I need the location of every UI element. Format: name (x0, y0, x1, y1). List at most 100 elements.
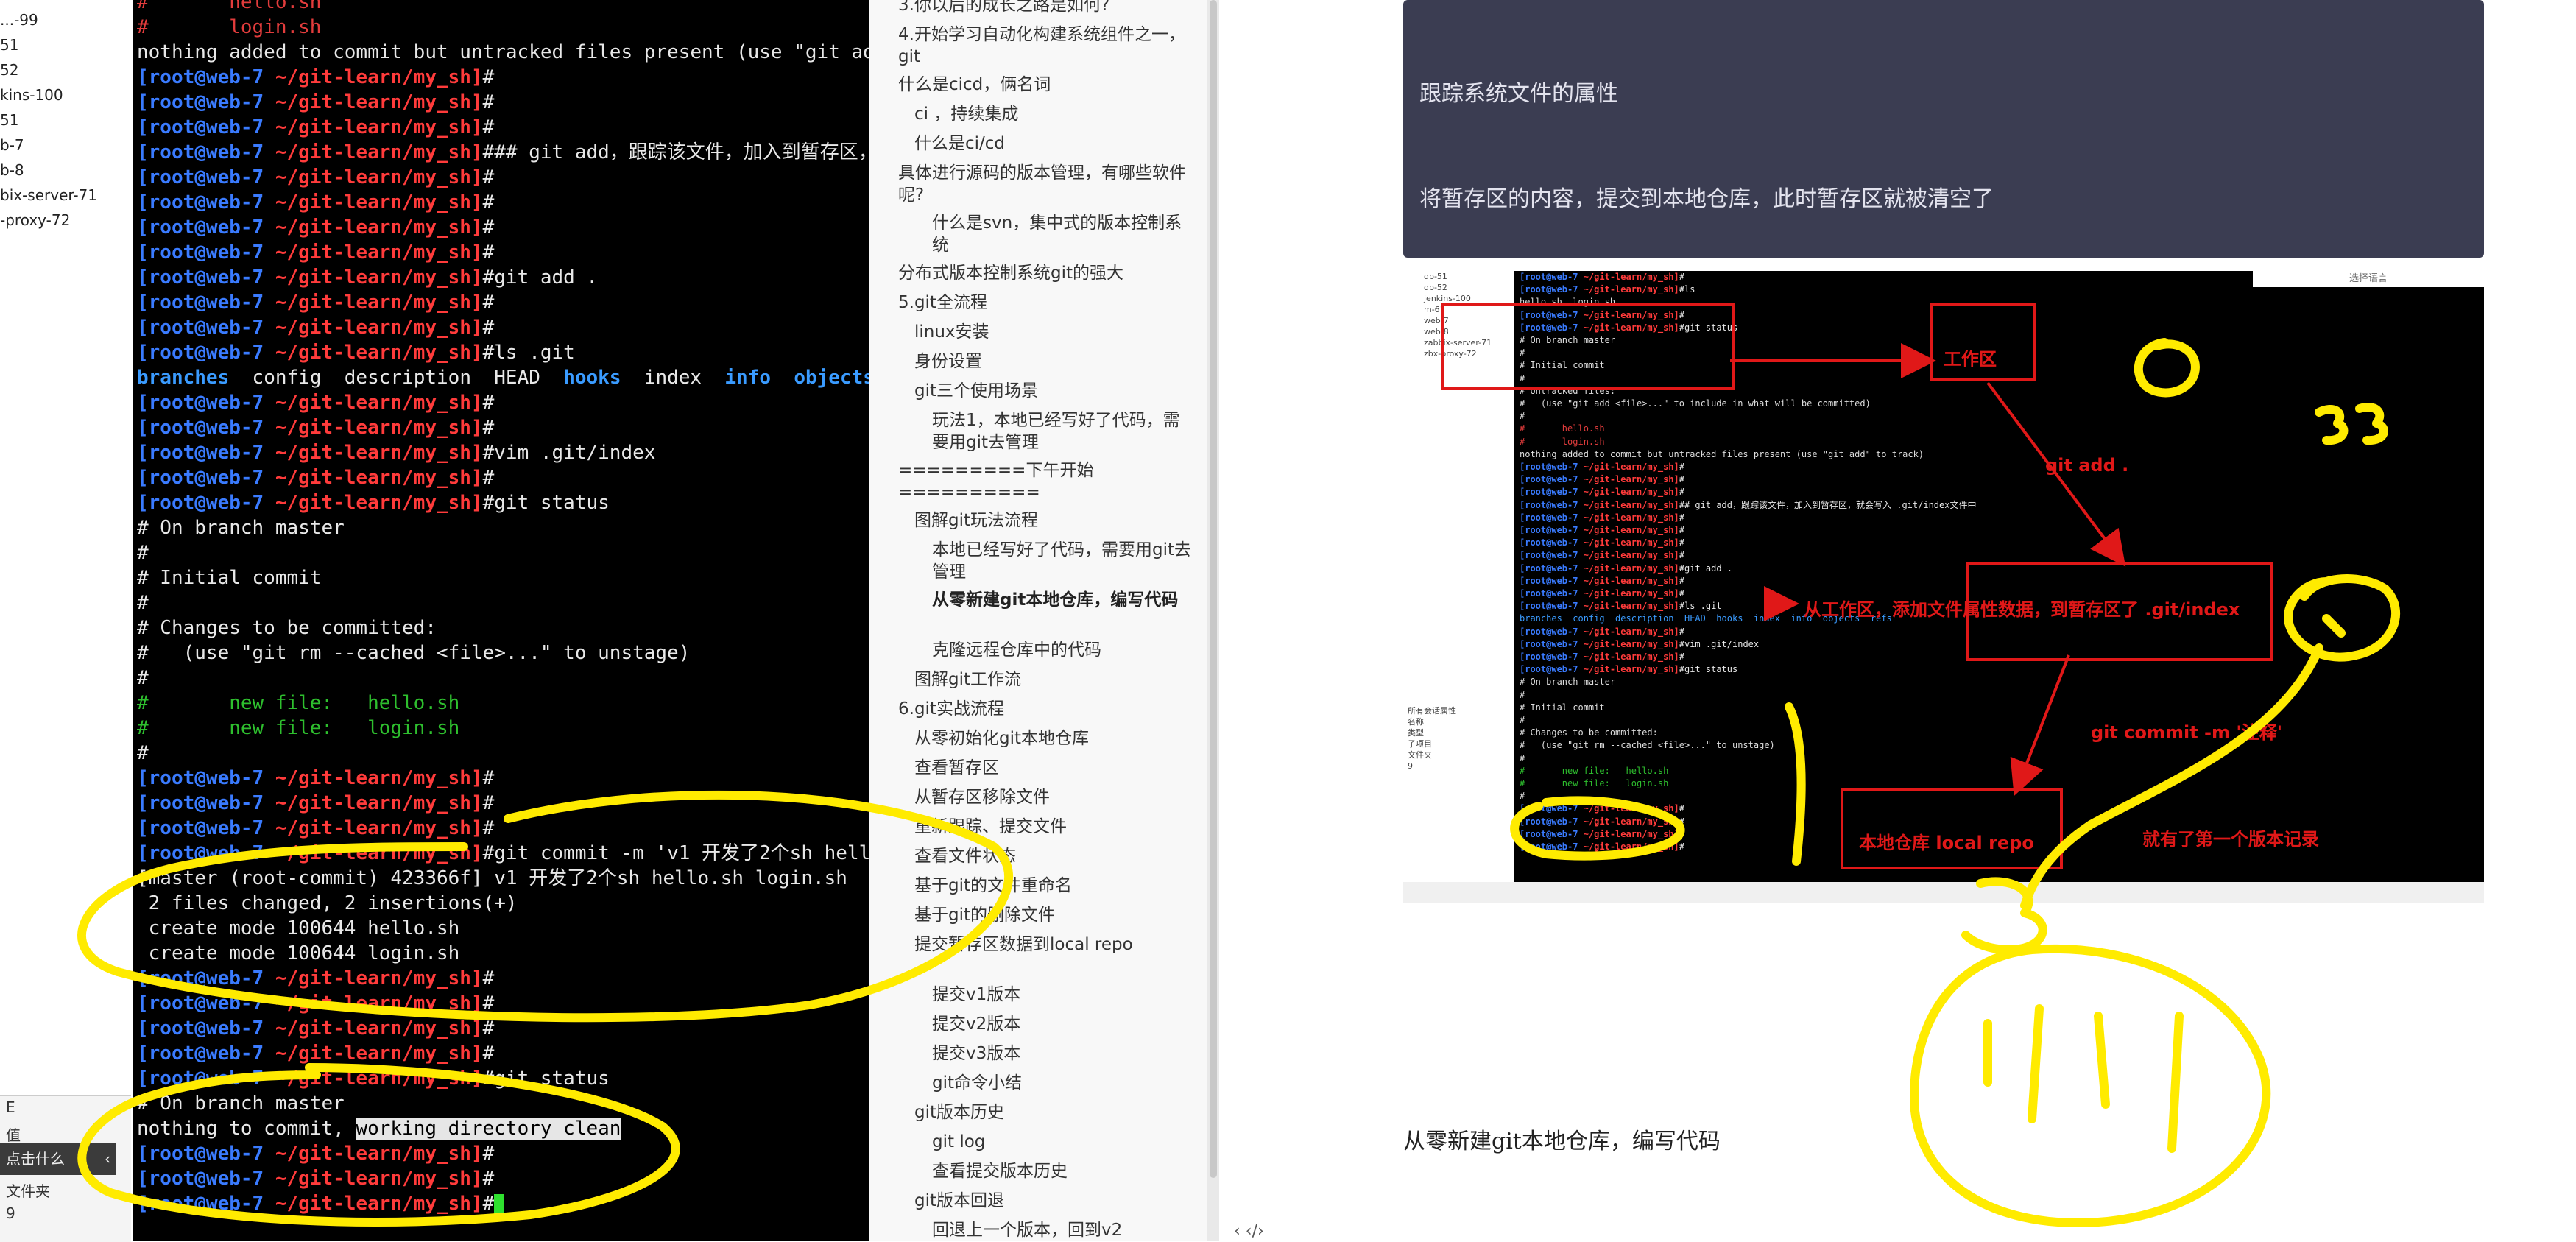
toc-link[interactable]: git log (932, 1131, 1193, 1153)
toc-scrollbar-thumb[interactable] (1210, 0, 1217, 1178)
toc-link[interactable]: 从零新建git本地仓库，编写代码 (932, 589, 1193, 611)
toc-link[interactable]: 分布式版本控制系统git的强大 (898, 262, 1193, 284)
tooltip-popup[interactable]: 点击什么 ‹ (0, 1143, 116, 1175)
toc-link[interactable]: 图解git工作流 (914, 668, 1193, 691)
toc-link[interactable]: =========下午开始========== (898, 459, 1193, 504)
prompt-end: # (482, 116, 495, 138)
terminal-line: [root@web-7 ~/git-learn/my_sh]#git add . (137, 265, 598, 290)
mini-command-text: # (1679, 626, 1684, 637)
mini-command-text: # (1679, 828, 1684, 839)
terminal-line: # login.sh (137, 15, 321, 40)
toc-link[interactable]: 玩法1，本地已经写好了代码，需要用git去管理 (932, 409, 1193, 454)
terminal-output: # (137, 542, 149, 564)
host-item[interactable]: bix-server-71 (0, 183, 129, 208)
toc-link[interactable]: 什么是ci/cd (914, 133, 1193, 155)
toc-link[interactable]: 6.git实战流程 (898, 698, 1193, 720)
chevron-left-icon[interactable]: ‹ (105, 1143, 110, 1175)
terminal-line: [root@web-7 ~/git-learn/my_sh]# (137, 240, 494, 265)
toc-link[interactable]: git命令小结 (932, 1072, 1193, 1094)
mini-prompt-path: ~/git-learn/my_sh] (1583, 664, 1679, 675)
prompt-end: # (482, 492, 495, 514)
mini-terminal-line: [root@web-7 ~/git-learn/my_sh]#[root@web… (1520, 524, 1684, 537)
mini-prompt-path: ~/git-learn/my_sh] (1583, 575, 1679, 586)
prompt-end: # (482, 1068, 495, 1090)
source-toggle-icon[interactable]: ‹ ‹/› (1234, 1222, 1264, 1241)
prompt-path: ~/git-learn/my_sh] (275, 1068, 483, 1090)
mini-terminal-line: [root@web-7 ~/git-learn/my_sh]#git add .… (1520, 562, 1732, 575)
terminal-output: [master (root-commit) 423366f] v1 开发了2个s… (137, 867, 847, 889)
host-item[interactable]: kins-100 (0, 82, 129, 107)
prompt-user: [root@web-7 (137, 992, 275, 1015)
toc-link[interactable]: 提交v1版本 (932, 984, 1193, 1006)
toc-link[interactable]: 基于git的文件重命名 (914, 875, 1193, 897)
mini-terminal-line: # On branch master (1520, 677, 1616, 688)
prompt-user: [root@web-7 (137, 1017, 275, 1040)
prompt-end: # (482, 442, 495, 464)
host-item[interactable]: 51 (0, 107, 129, 133)
prompt-end: # (482, 317, 495, 339)
mini-prompt-path: ~/git-learn/my_sh] (1583, 499, 1679, 510)
mini-terminal-line: # Changes to be committed: (1520, 727, 1658, 738)
terminal-output: nothing to commit, (137, 1118, 356, 1140)
toc-link[interactable]: 克隆远程仓库中的代码 (932, 639, 1193, 661)
mini-terminal-line: [root@web-7 ~/git-learn/my_sh]#[root@web… (1520, 271, 1684, 283)
toc-link[interactable]: 基于git的删除文件 (914, 904, 1193, 926)
mini-prompt-path: ~/git-learn/my_sh] (1583, 638, 1679, 649)
toc-link[interactable]: 4.开始学习自动化构建系统组件之一，git (898, 24, 1193, 68)
prompt-path: ~/git-learn/my_sh] (275, 817, 483, 839)
prompt-end: # (482, 1143, 495, 1165)
toc-link[interactable]: 5.git全流程 (898, 292, 1193, 314)
mini-terminal-line: # (1520, 689, 1525, 700)
prompt-user: [root@web-7 (137, 817, 275, 839)
toc-link[interactable]: 本地已经写好了代码，需要用git去管理 (932, 539, 1193, 583)
mini-terminal-line: [root@web-7 ~/git-learn/my_sh]#[root@web… (1520, 486, 1684, 498)
toc-link[interactable]: 图解git玩法流程 (914, 509, 1193, 532)
mini-prompt-user: [root@web-7 (1520, 588, 1584, 599)
language-select[interactable]: 选择语言 (2253, 271, 2484, 287)
mini-prompt-path: ~/git-learn/my_sh] (1583, 284, 1679, 295)
mini-prompt-user: [root@web-7 (1520, 562, 1584, 574)
toc-link[interactable]: 具体进行源码的版本管理，有哪些软件呢? (898, 162, 1193, 206)
toc-link[interactable]: 从暂存区移除文件 (914, 786, 1193, 808)
toc-link[interactable]: 回退上一个版本，回到v2 (932, 1219, 1193, 1241)
host-item[interactable]: -proxy-72 (0, 208, 129, 233)
toc-link[interactable]: 提交v3版本 (932, 1042, 1193, 1065)
toc-link[interactable]: 从零初始化git本地仓库 (914, 727, 1193, 749)
terminal-line: create mode 100644 login.sh (137, 941, 460, 966)
terminal-window[interactable]: # hello.sh # login.sh nothing added to com… (133, 0, 869, 1241)
mini-prompt-path: ~/git-learn/my_sh] (1583, 537, 1679, 548)
prompt-user: [root@web-7 (137, 317, 275, 339)
toc-link[interactable]: 什么是cicd，俩名词 (898, 74, 1193, 96)
toc-link[interactable]: 身份设置 (914, 350, 1193, 373)
toc-link[interactable]: 什么是svn，集中式的版本控制系统 (932, 212, 1193, 256)
mini-terminal-line: nothing added to commit but untracked fi… (1520, 448, 1924, 459)
host-item[interactable]: 51 (0, 32, 129, 57)
toc-link[interactable]: ci ，持续集成 (914, 103, 1193, 125)
terminal-line: [root@web-7 ~/git-learn/my_sh]# (137, 465, 494, 490)
prompt-user: [root@web-7 (137, 417, 275, 439)
host-item[interactable]: 52 (0, 57, 129, 82)
terminal-line: # (use "git rm --cached <file>..." to un… (137, 641, 690, 666)
terminal-output: # On branch master (137, 517, 345, 539)
terminal-line: [root@web-7 ~/git-learn/my_sh]# (137, 791, 494, 816)
host-item[interactable]: b-8 (0, 158, 129, 183)
toc-link[interactable]: git三个使用场景 (914, 380, 1193, 402)
toc-link[interactable]: 查看暂存区 (914, 757, 1193, 779)
host-item[interactable]: b-7 (0, 133, 129, 158)
toc-link[interactable]: 查看文件状态 (914, 845, 1193, 867)
prompt-user: [root@web-7 (137, 1193, 275, 1215)
ls-entry: objects (794, 367, 869, 389)
toc-link[interactable]: 提交v2版本 (932, 1013, 1193, 1035)
command-text: git status (494, 1068, 610, 1090)
toc-link[interactable]: 重新跟踪、提交文件 (914, 816, 1193, 838)
prompt-end: # (482, 992, 495, 1015)
toc-link[interactable]: git版本历史 (914, 1101, 1193, 1123)
toc-link[interactable]: 3.你以后的成长之路是如何? (898, 0, 1193, 16)
toc-link[interactable]: git版本回退 (914, 1190, 1193, 1212)
terminal-output: # new file: login.sh (137, 717, 460, 739)
toc-link[interactable]: 查看提交版本历史 (932, 1160, 1193, 1182)
toc-link[interactable]: 提交暂存区数据到local repo (914, 934, 1193, 956)
toc-link[interactable]: linux安装 (914, 321, 1193, 343)
host-item[interactable]: ...-99 (0, 7, 129, 32)
mini-terminal-line: [root@web-7 ~/git-learn/my_sh]#[root@web… (1520, 461, 1684, 473)
